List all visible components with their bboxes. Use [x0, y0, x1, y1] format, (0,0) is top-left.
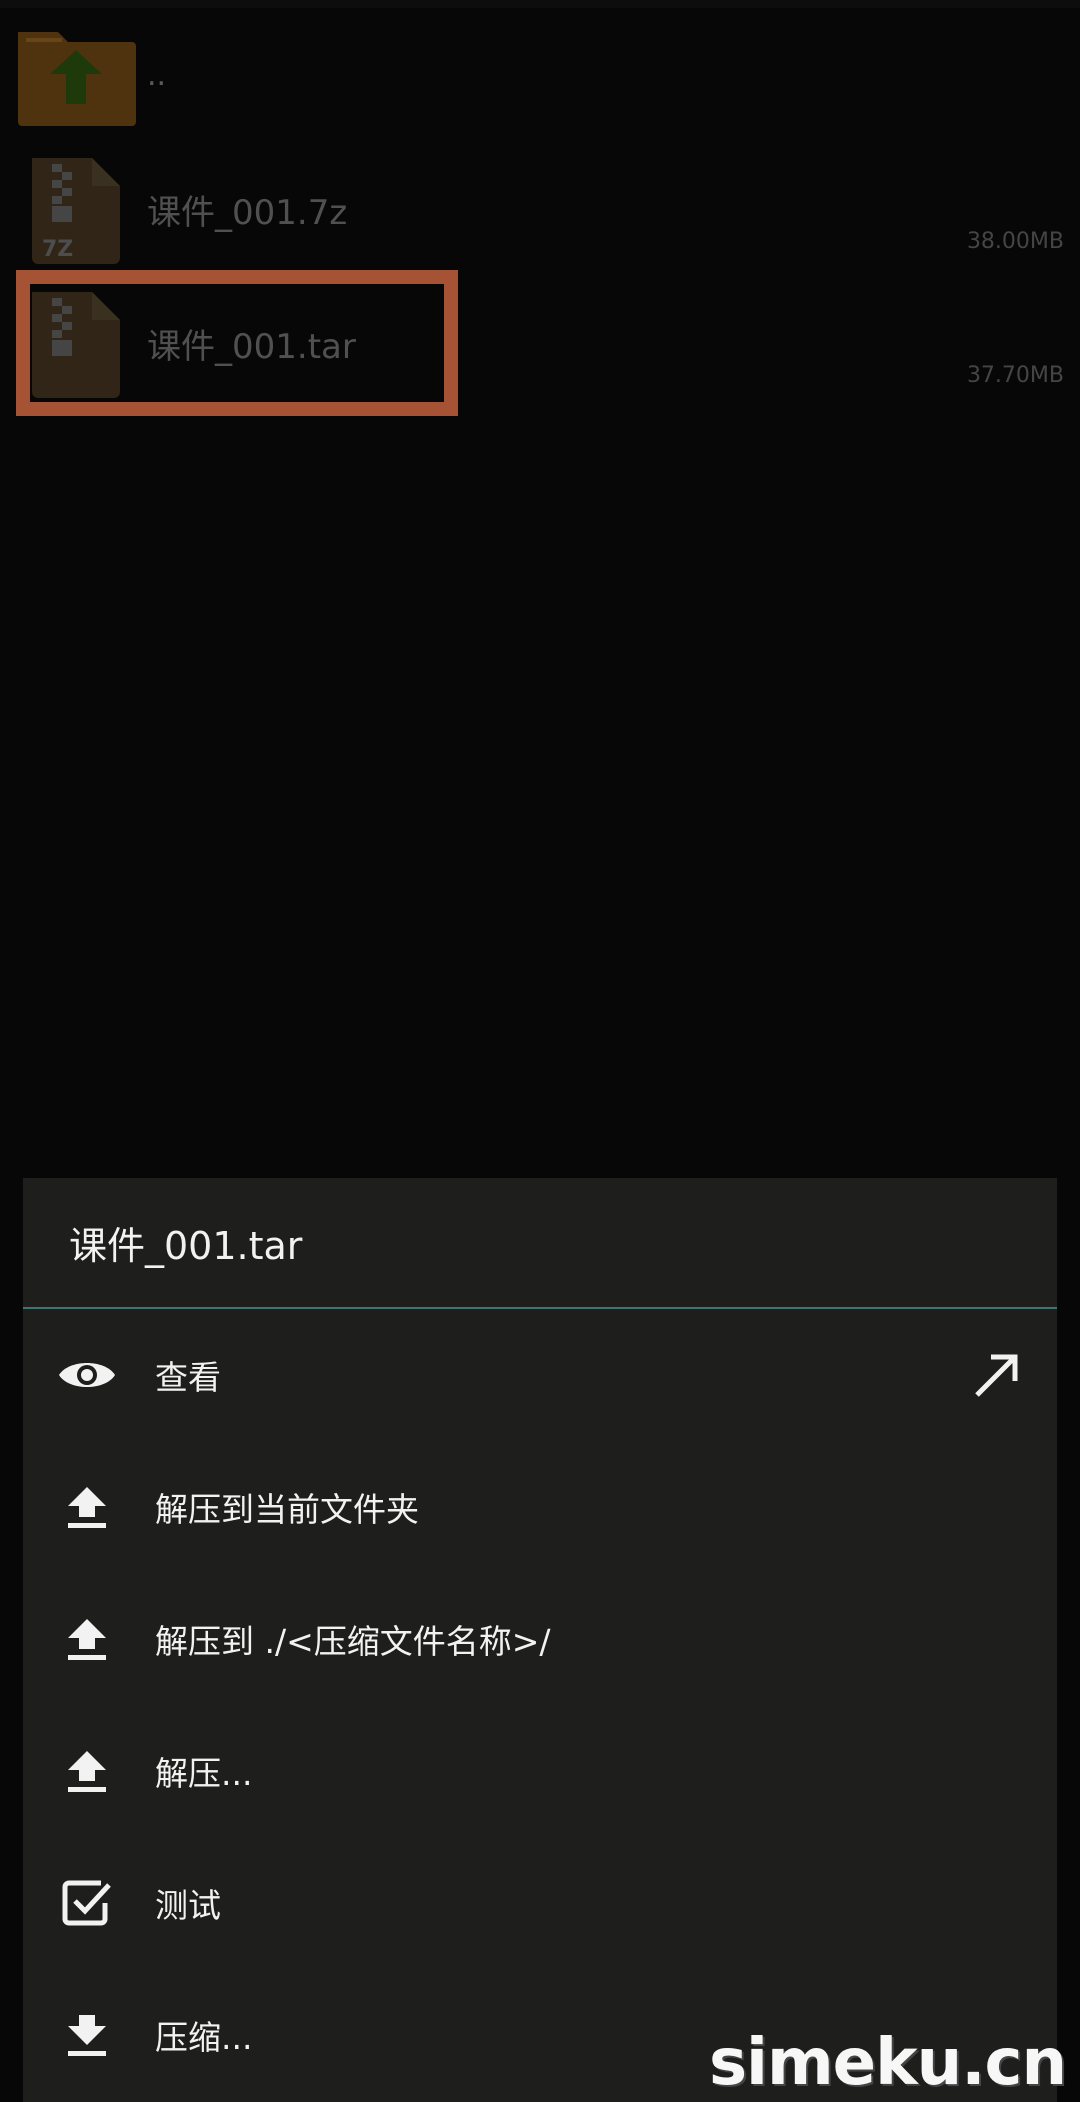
file-size: 37.70MB	[966, 363, 1064, 388]
menu-item-label: 测试	[155, 1886, 221, 1925]
folder-up-icon	[18, 32, 136, 126]
context-menu-sheet: 课件_001.tar 查看 解压到当前文件夹 解压到 ./<压缩文件名称>/ 解…	[23, 1178, 1057, 2102]
archive-badge: 7Z	[42, 237, 73, 262]
sheet-title: 课件_001.tar	[23, 1178, 1057, 1309]
menu-item-label: 解压到当前文件夹	[155, 1490, 419, 1529]
menu-item-extract-to-folder[interactable]: 解压到 ./<压缩文件名称>/	[23, 1573, 1057, 1705]
upload-icon	[57, 1741, 117, 1801]
highlight-box	[16, 270, 458, 416]
upload-icon	[57, 1477, 117, 1537]
menu-item-view[interactable]: 查看	[23, 1309, 1057, 1441]
open-external-arrow-icon[interactable]	[971, 1349, 1023, 1401]
menu-item-label: 查看	[155, 1358, 221, 1397]
menu-item-label: 解压...	[155, 1754, 253, 1793]
checkbox-icon	[57, 1873, 117, 1933]
menu-item-extract-here[interactable]: 解压到当前文件夹	[23, 1441, 1057, 1573]
menu-item-test[interactable]: 测试	[23, 1837, 1057, 1969]
menu-item-extract[interactable]: 解压...	[23, 1705, 1057, 1837]
file-row[interactable]: 7Z 课件_001.7z 38.00MB	[0, 142, 1080, 276]
file-size: 38.00MB	[966, 229, 1064, 254]
file-name: ..	[147, 57, 167, 93]
menu-item-label: 压缩...	[155, 2018, 253, 2057]
watermark: simeku.cn	[708, 2026, 1067, 2100]
eye-icon	[57, 1345, 117, 1405]
archive-7z-icon: 7Z	[32, 158, 120, 264]
file-name: 课件_001.7z	[147, 192, 348, 233]
menu-item-label: 解压到 ./<压缩文件名称>/	[155, 1622, 551, 1661]
file-row-parent[interactable]: ..	[0, 8, 1080, 142]
upload-icon	[57, 1609, 117, 1669]
download-icon	[57, 2005, 117, 2065]
status-bar	[0, 0, 1080, 8]
